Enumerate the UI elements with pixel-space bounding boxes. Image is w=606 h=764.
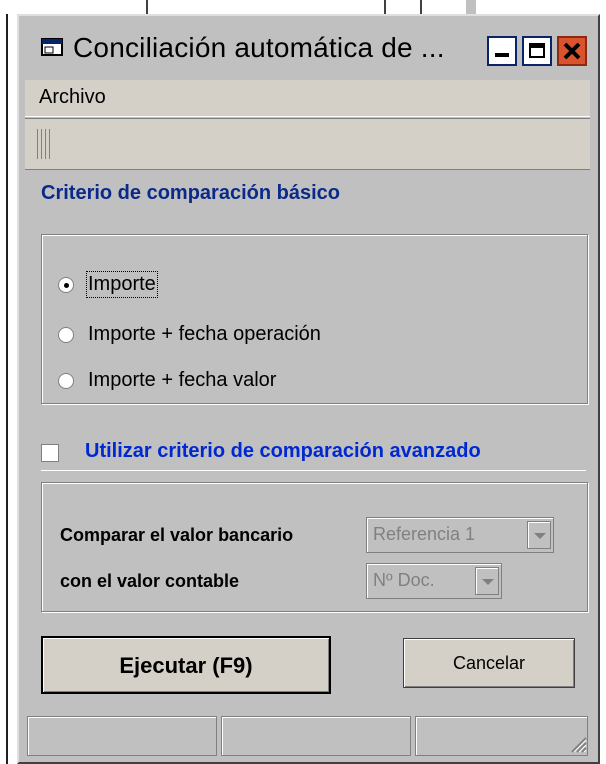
background-edge — [6, 14, 8, 764]
bank-value-label: Comparar el valor bancario — [60, 525, 294, 545]
background-divider — [420, 0, 422, 14]
status-panel — [27, 716, 217, 756]
advanced-criteria-checkbox[interactable] — [41, 444, 59, 462]
chevron-down-icon[interactable] — [527, 521, 551, 549]
background-window — [0, 0, 606, 14]
radio-button[interactable] — [58, 327, 74, 343]
advanced-criteria-group: Comparar el valor bancario Referencia 1 … — [41, 482, 588, 612]
toolbar — [25, 118, 590, 170]
bank-value-selected: Referencia 1 — [373, 524, 476, 544]
menu-bar: Archivo — [25, 80, 590, 117]
radio-label: Importe — [86, 271, 158, 298]
menu-archivo[interactable]: Archivo — [39, 86, 106, 109]
background-divider — [384, 0, 386, 14]
title-bar[interactable]: Conciliación automática de ... — [25, 24, 590, 76]
radio-button[interactable] — [58, 373, 74, 389]
close-icon — [563, 42, 581, 60]
status-panel — [221, 716, 411, 756]
chevron-down-icon[interactable] — [475, 567, 499, 595]
status-panel — [415, 716, 588, 756]
radio-label: Importe + fecha valor — [88, 369, 277, 391]
app-icon — [41, 38, 63, 56]
window-title: Conciliación automática de ... — [73, 32, 445, 63]
dialog-window: Conciliación automática de ... Archivo C… — [17, 14, 600, 764]
radio-button-selected[interactable] — [58, 277, 74, 293]
resize-grip-icon[interactable] — [566, 732, 588, 754]
accounting-value-label: con el valor contable — [60, 571, 240, 591]
status-bar — [25, 716, 590, 756]
basic-criteria-title: Criterio de comparación básico — [41, 182, 340, 204]
background-scroll — [466, 0, 476, 14]
radio-label: Importe + fecha operación — [88, 323, 321, 345]
close-button[interactable] — [557, 36, 587, 66]
maximize-icon — [529, 43, 545, 58]
toolbar-grip-icon[interactable] — [37, 129, 51, 159]
execute-button[interactable]: Ejecutar (F9) — [41, 636, 331, 694]
cancel-button[interactable]: Cancelar — [403, 638, 575, 688]
maximize-button[interactable] — [522, 36, 552, 66]
basic-criteria-group: Importe Importe + fecha operación Import… — [41, 234, 588, 404]
minimize-button[interactable] — [487, 36, 517, 66]
accounting-value-selected: Nº Doc. — [373, 570, 435, 590]
minimize-icon — [495, 53, 509, 57]
accounting-value-select[interactable]: Nº Doc. — [366, 563, 502, 599]
advanced-criteria-label: Utilizar criterio de comparación avanzad… — [85, 440, 481, 462]
divider — [41, 470, 586, 471]
bank-value-select[interactable]: Referencia 1 — [366, 517, 554, 553]
background-divider — [146, 0, 148, 14]
